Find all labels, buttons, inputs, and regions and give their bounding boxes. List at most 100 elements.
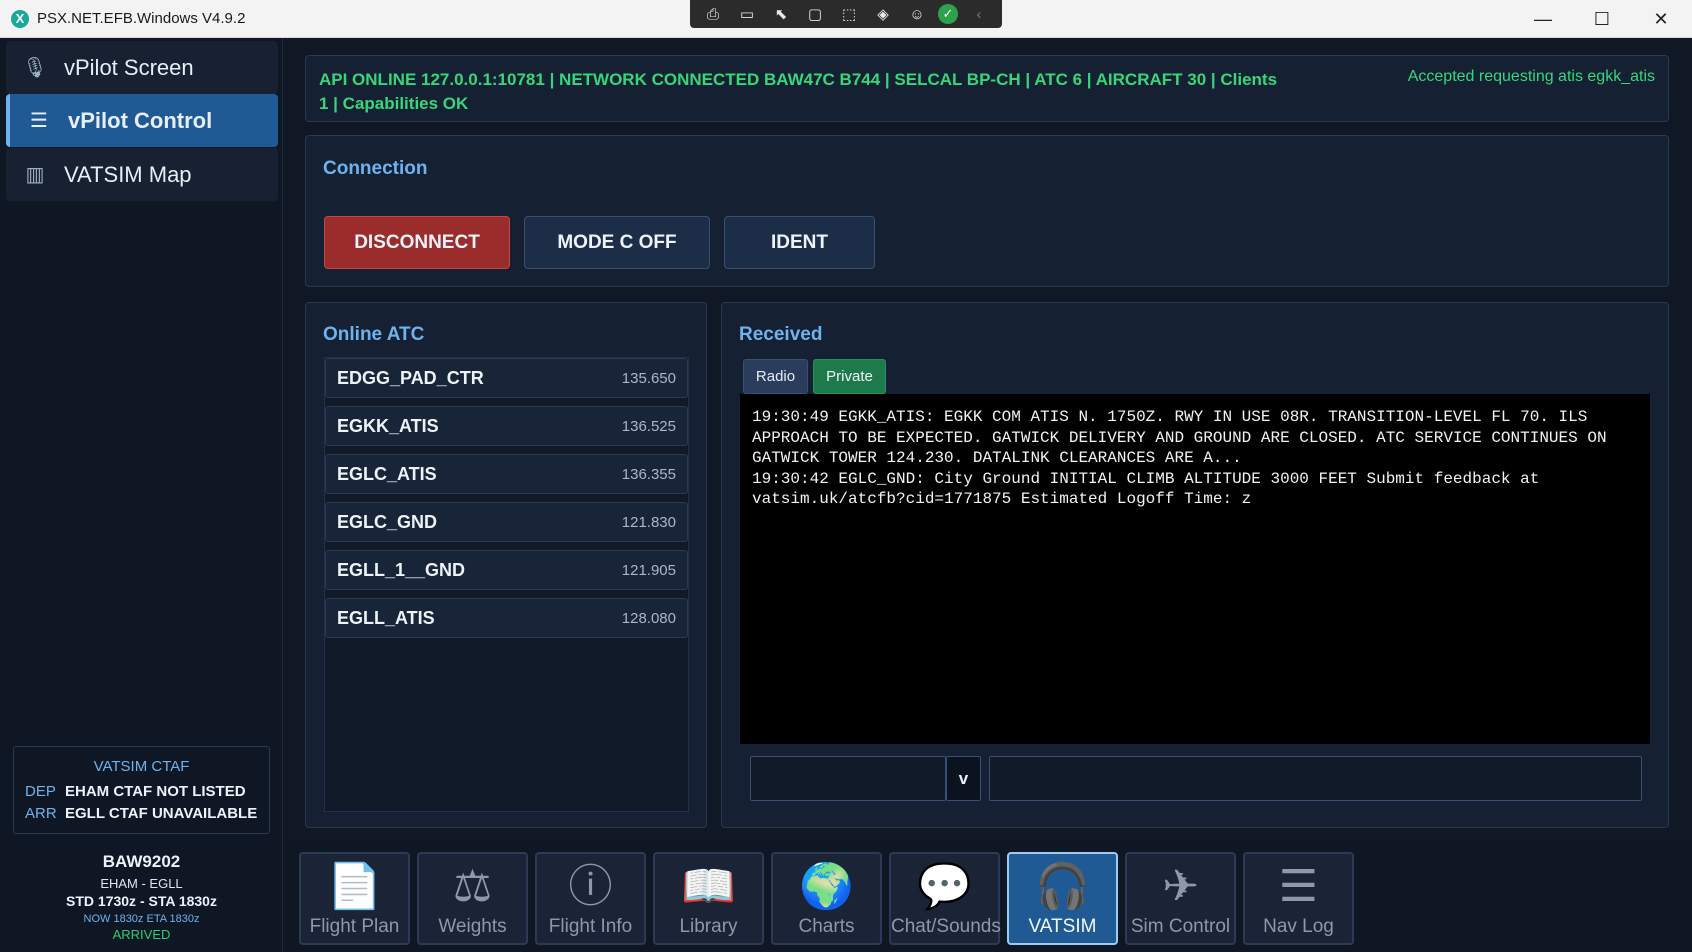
status-panel: API ONLINE 127.0.0.1:10781 | NETWORK CON… <box>305 55 1669 122</box>
nav-label: Sim Control <box>1130 916 1231 937</box>
atc-callsign: EGKK_ATIS <box>337 415 439 436</box>
atc-list: EDGG_PAD_CTR 135.650 EGKK_ATIS 136.525 E… <box>324 357 689 812</box>
bottom-nav: 📄 Flight Plan ⚖ Weights ⓘ Flight Info 📖 … <box>284 844 1692 952</box>
region-icon[interactable]: ⬚ <box>836 5 862 23</box>
status-message: Accepted requesting atis egkk_atis <box>1407 68 1655 85</box>
ident-button[interactable]: IDENT <box>724 216 875 269</box>
received-title: Received <box>739 324 823 345</box>
scale-icon: ⚖ <box>452 862 493 911</box>
nav-label: VATSIM <box>1028 916 1097 937</box>
info-icon: ⓘ <box>568 862 613 911</box>
atc-callsign: EGLL_1__GND <box>337 559 466 580</box>
ctaf-arr-label: ARR <box>25 805 57 822</box>
sidebar-item-vpilot-screen[interactable]: 🎙 vPilot Screen <box>6 41 278 94</box>
nav-chat-sounds-button[interactable]: 💬 Chat/Sounds <box>889 852 1001 945</box>
flight-times: STD 1730z - STA 1830z <box>66 893 217 909</box>
atc-row[interactable]: EGLC_ATIS 136.355 <box>325 454 688 494</box>
check-icon[interactable]: ✓ <box>938 4 958 24</box>
pointer-icon[interactable]: ⬉ <box>768 5 794 23</box>
connection-title: Connection <box>323 158 428 179</box>
chat-icon: 💬 <box>917 862 972 911</box>
sidebar-item-vatsim-map[interactable]: ▥ VATSIM Map <box>6 148 278 201</box>
nav-label: Flight Plan <box>309 916 400 937</box>
capture-toolbar: ⎙ ▭ ⬉ ▢ ⬚ ◈ ☺ ✓ ‹ <box>690 0 1002 28</box>
sidebar-item-vpilot-control[interactable]: ☰ vPilot Control <box>6 94 278 147</box>
atc-frequency: 121.830 <box>621 513 676 531</box>
document-icon: 📄 <box>327 862 382 911</box>
nav-label: Weights <box>438 916 507 937</box>
app-icon: X <box>11 10 29 28</box>
atc-frequency: 136.525 <box>621 417 676 435</box>
message-input[interactable] <box>989 756 1642 801</box>
online-atc-panel: Online ATC EDGG_PAD_CTR 135.650 EGKK_ATI… <box>305 302 707 828</box>
message-log[interactable]: 19:30:49 EGKK_ATIS: EGKK COM ATIS N. 175… <box>740 394 1650 744</box>
atc-frequency: 128.080 <box>621 609 676 627</box>
recipient-combo[interactable] <box>750 756 946 801</box>
nav-label: Charts <box>798 916 855 937</box>
plane-icon: ✈ <box>1162 862 1199 911</box>
nav-label: Chat/Sounds <box>891 916 1001 937</box>
ctaf-title: VATSIM CTAF <box>93 758 190 775</box>
atc-callsign: EGLL_ATIS <box>337 607 435 628</box>
flight-now-eta: NOW 1830z ETA 1830z <box>83 913 200 925</box>
sliders-icon: ☰ <box>30 110 48 132</box>
sidebar-item-label: VATSIM Map <box>64 161 192 187</box>
window-title: PSX.NET.EFB.Windows V4.9.2 <box>37 10 246 27</box>
maximize-button[interactable]: ☐ <box>1573 0 1631 38</box>
atc-callsign: EDGG_PAD_CTR <box>337 367 484 388</box>
ctaf-dep-label: DEP <box>25 783 56 800</box>
headset-icon: 🎧 <box>1035 862 1090 911</box>
flight-callsign: BAW9202 <box>102 852 181 871</box>
atc-frequency: 121.905 <box>621 561 676 579</box>
recipient-dropdown-button[interactable]: v <box>946 756 981 801</box>
settings-icon[interactable]: ◈ <box>870 5 896 23</box>
frame-icon[interactable]: ▢ <box>802 5 828 23</box>
atc-callsign: EGLC_GND <box>337 511 438 532</box>
flight-route: EHAM - EGLL <box>100 876 183 891</box>
nav-flight-info-button[interactable]: ⓘ Flight Info <box>535 852 646 945</box>
atc-row[interactable]: EGLL_1__GND 121.905 <box>325 550 688 590</box>
online-atc-title: Online ATC <box>323 324 425 345</box>
api-status-text: API ONLINE 127.0.0.1:10781 | NETWORK CON… <box>319 70 1278 113</box>
sidebar-item-label: vPilot Control <box>68 107 213 133</box>
map-icon: ▥ <box>25 164 45 186</box>
tab-radio[interactable]: Radio <box>743 359 808 394</box>
atc-frequency: 135.650 <box>621 369 676 387</box>
capture-tool-icon[interactable]: ⎙ <box>700 6 726 23</box>
ctaf-dep-value: EHAM CTAF NOT LISTED <box>65 783 246 800</box>
sidebar-item-label: vPilot Screen <box>64 54 194 80</box>
minimize-button[interactable]: — <box>1514 0 1572 38</box>
microphone-icon: 🎙 <box>22 57 48 79</box>
nav-library-button[interactable]: 📖 Library <box>653 852 764 945</box>
nav-flight-plan-button[interactable]: 📄 Flight Plan <box>299 852 410 945</box>
nav-charts-button[interactable]: 🌍 Charts <box>771 852 882 945</box>
atc-row[interactable]: EGKK_ATIS 136.525 <box>325 406 688 446</box>
sidebar: 🎙 vPilot Screen ☰ vPilot Control ▥ VATSI… <box>0 38 283 952</box>
nav-sim-control-button[interactable]: ✈ Sim Control <box>1125 852 1236 945</box>
collapse-icon[interactable]: ‹ <box>966 6 992 23</box>
nav-vatsim-button[interactable]: 🎧 VATSIM <box>1007 852 1118 945</box>
globe-icon: 🌍 <box>799 862 854 911</box>
nav-label: Flight Info <box>548 916 633 937</box>
atc-row[interactable]: EGLC_GND 121.830 <box>325 502 688 542</box>
atc-row[interactable]: EGLL_ATIS 128.080 <box>325 598 688 638</box>
nav-nav-log-button[interactable]: ☰ Nav Log <box>1243 852 1354 945</box>
close-button[interactable]: ✕ <box>1632 0 1690 38</box>
disconnect-button[interactable]: DISCONNECT <box>324 216 510 269</box>
atc-frequency: 136.355 <box>621 465 676 483</box>
mode-c-button[interactable]: MODE C OFF <box>524 216 710 269</box>
atc-row[interactable]: EDGG_PAD_CTR 135.650 <box>325 358 688 398</box>
tab-private[interactable]: Private <box>813 359 886 394</box>
video-icon[interactable]: ▭ <box>734 5 760 23</box>
list-icon: ☰ <box>1278 862 1319 911</box>
ctaf-box: VATSIM CTAF DEP EHAM CTAF NOT LISTED ARR… <box>13 746 270 834</box>
accessibility-icon[interactable]: ☺ <box>904 6 930 23</box>
ctaf-arr-row: ARR EGLL CTAF UNAVAILABLE <box>14 805 269 822</box>
flight-summary: BAW9202 EHAM - EGLL STD 1730z - STA 1830… <box>0 852 283 942</box>
title-bar: X PSX.NET.EFB.Windows V4.9.2 ⎙ ▭ ⬉ ▢ ⬚ ◈… <box>0 0 1692 38</box>
connection-panel: Connection DISCONNECT MODE C OFF IDENT <box>305 135 1669 287</box>
nav-label: Library <box>679 916 738 937</box>
nav-weights-button[interactable]: ⚖ Weights <box>417 852 528 945</box>
ctaf-dep-row: DEP EHAM CTAF NOT LISTED <box>14 783 269 800</box>
ctaf-arr-value: EGLL CTAF UNAVAILABLE <box>65 805 258 822</box>
